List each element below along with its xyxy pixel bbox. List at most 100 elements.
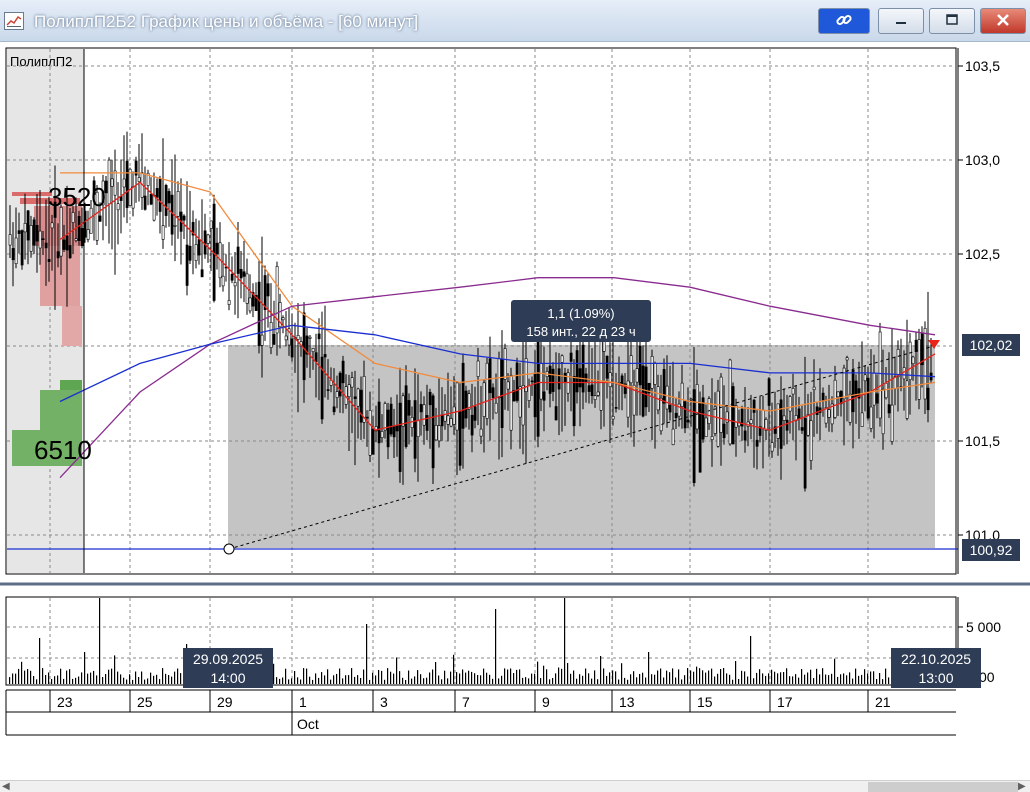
candle-body <box>509 374 513 431</box>
volume-bar <box>303 668 305 684</box>
volume-bar <box>174 671 176 684</box>
candle-body <box>671 428 675 446</box>
volume-bar <box>417 670 419 684</box>
scroll-left-icon[interactable]: ◀ <box>2 781 10 792</box>
volume-bar <box>606 675 608 684</box>
candle-body <box>188 245 192 261</box>
candle-body <box>371 428 375 455</box>
candle-body <box>860 412 864 427</box>
volume-bar <box>372 672 374 684</box>
candle-body <box>779 399 783 449</box>
volume-bar <box>627 679 629 684</box>
volume-bar <box>438 675 440 684</box>
candle-body <box>131 186 135 209</box>
volume-bar <box>645 677 647 684</box>
candle-body <box>650 355 654 389</box>
volume-bar <box>45 675 47 684</box>
volume-bar <box>846 675 848 684</box>
candle-body <box>827 409 831 418</box>
candle-body <box>590 384 594 396</box>
volume-bar <box>111 668 113 684</box>
volume-bar <box>750 636 752 684</box>
volume-bar <box>396 657 398 684</box>
volume-bar <box>48 672 50 684</box>
volume-bar <box>732 679 734 684</box>
candle-body <box>422 404 426 426</box>
candle-body <box>470 414 474 436</box>
candle-body <box>314 352 318 363</box>
candle-body <box>362 375 366 423</box>
volume-bar <box>75 677 77 684</box>
volume-bar <box>66 670 68 684</box>
volume-bar <box>525 677 527 684</box>
volume-bar <box>564 598 566 684</box>
profile-label-bottom: 6510 <box>34 435 92 465</box>
volume-bar <box>588 673 590 684</box>
candle-body <box>137 177 141 182</box>
volume-bar <box>492 678 494 684</box>
scrollbar-thumb[interactable] <box>868 782 1018 792</box>
candle-body <box>68 245 72 258</box>
cursor-right-date: 22.10.2025 <box>901 651 971 667</box>
minimize-button[interactable] <box>878 8 924 34</box>
candle-body <box>110 178 114 187</box>
volume-bar <box>825 674 827 684</box>
volume-bar <box>834 658 836 684</box>
volume-bar <box>342 678 344 684</box>
volume-bar <box>516 669 518 684</box>
maximize-button[interactable] <box>929 8 975 34</box>
volume-bar <box>96 675 98 684</box>
volume-bar <box>126 679 128 684</box>
candle-body <box>161 225 165 240</box>
candle-body <box>674 412 678 419</box>
volume-bar <box>870 671 872 684</box>
candle-body <box>875 393 879 404</box>
volume-bar <box>624 677 626 684</box>
candle-body <box>641 365 645 417</box>
volume-bar <box>738 679 740 684</box>
volume-bar <box>642 672 644 684</box>
candle-body <box>56 251 60 259</box>
volume-bar <box>288 679 290 684</box>
volume-bar <box>522 677 524 684</box>
title-bar[interactable]: ПолиплП2Б2 График цены и объёма - [60 ми… <box>0 0 1030 42</box>
volume-bar <box>324 675 326 684</box>
close-button[interactable] <box>980 8 1026 34</box>
candle-body <box>710 436 714 440</box>
volume-bar <box>654 674 656 684</box>
candle-body <box>701 397 705 440</box>
price-volume-chart[interactable]: ПолиплП2 3520 6510 1,1 (1.09%) 158 инт.,… <box>0 42 1030 738</box>
volume-bar <box>27 669 29 684</box>
candle-body <box>743 430 747 441</box>
candle-body <box>485 362 489 419</box>
candle-body <box>14 237 18 265</box>
link-button[interactable] <box>818 8 870 34</box>
candle-body <box>587 385 591 392</box>
volume-bar <box>765 675 767 684</box>
candle-body <box>665 385 669 410</box>
volume-bar <box>321 672 323 684</box>
volume-bar <box>441 679 443 684</box>
candle-body <box>461 362 465 429</box>
candle-body <box>311 347 315 352</box>
candle-body <box>806 413 810 436</box>
volume-bar <box>774 671 776 684</box>
volume-bar <box>81 672 83 684</box>
candle-body <box>209 220 213 229</box>
volume-bar <box>873 671 875 684</box>
volume-bar <box>375 675 377 684</box>
candle-body <box>734 405 738 428</box>
horizontal-scrollbar[interactable]: ◀ ▶ <box>0 780 1030 792</box>
volume-bar <box>777 673 779 684</box>
candle-body <box>548 365 552 394</box>
candle-body <box>731 386 735 445</box>
volume-bar <box>384 679 386 684</box>
candle-body <box>593 395 597 400</box>
measure-anchor-handle[interactable] <box>223 543 235 555</box>
candle-body <box>221 275 225 287</box>
candle-body <box>431 395 435 469</box>
volume-bar <box>123 677 125 684</box>
measure-tooltip: 1,1 (1.09%) 158 инт., 22 д 23 ч <box>511 300 651 342</box>
scroll-right-icon[interactable]: ▶ <box>1018 781 1026 792</box>
candle-body <box>401 395 405 427</box>
